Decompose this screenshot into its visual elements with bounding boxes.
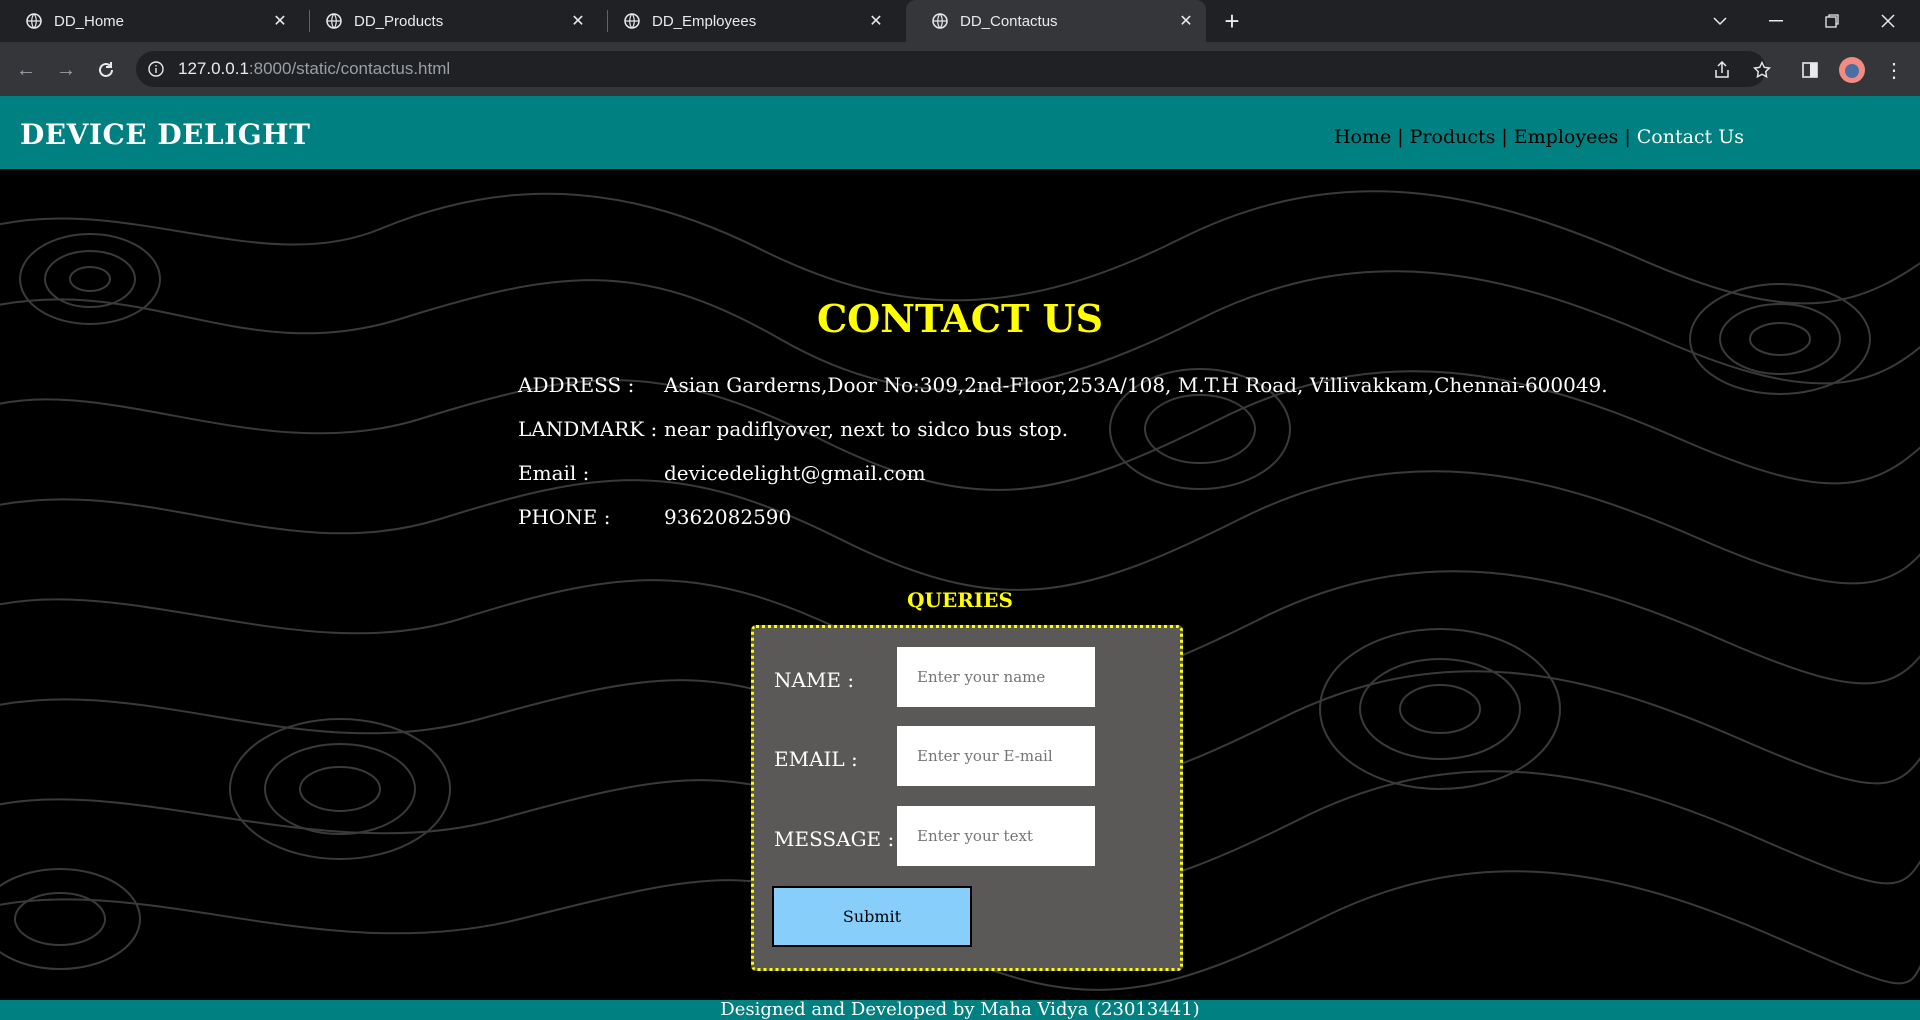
close-tab-icon[interactable]: ✕	[270, 11, 290, 31]
name-input[interactable]	[897, 647, 1095, 707]
forward-icon[interactable]: →	[52, 56, 80, 84]
side-panel-icon[interactable]	[1796, 56, 1824, 84]
address-value: Asian Garderns,Door No:309,2nd-Floor,253…	[664, 373, 1608, 397]
window-close-icon[interactable]	[1860, 0, 1916, 42]
nav-employees-link[interactable]: Employees	[1514, 126, 1619, 148]
tab-title: DD_Products	[354, 12, 444, 30]
url-host: 127.0.0.1	[178, 59, 249, 78]
message-label: MESSAGE :	[774, 827, 895, 851]
reload-icon[interactable]	[92, 56, 120, 84]
restore-icon[interactable]	[1804, 0, 1860, 42]
email-field-label: EMAIL :	[774, 747, 858, 771]
site-info-icon[interactable]	[148, 61, 164, 81]
page-footer: Designed and Developed by Maha Vidya (23…	[0, 1000, 1920, 1020]
close-tab-icon[interactable]: ✕	[866, 11, 886, 31]
url-path: :8000/static/contactus.html	[248, 59, 451, 78]
url-text[interactable]: 127.0.0.1:8000/static/contactus.html	[178, 59, 450, 79]
tab-title: DD_Employees	[652, 12, 757, 30]
email-value: devicedelight@gmail.com	[664, 461, 926, 485]
name-label: NAME :	[774, 668, 855, 692]
nav-products-link[interactable]: Products	[1410, 126, 1496, 148]
site-brand: DEVICE DELIGHT	[20, 118, 311, 151]
nav-separator: |	[1397, 126, 1404, 148]
nav-separator: |	[1624, 126, 1631, 148]
nav-separator: |	[1501, 126, 1508, 148]
query-form: NAME : EMAIL : MESSAGE : Submit	[751, 625, 1183, 971]
submit-button[interactable]: Submit	[772, 886, 972, 947]
landmark-label: LANDMARK :	[518, 417, 658, 441]
phone-label: PHONE :	[518, 505, 611, 529]
tab-dd-employees[interactable]: DD_Employees ✕	[598, 0, 896, 42]
address-label: ADDRESS :	[518, 373, 635, 397]
bookmark-star-icon[interactable]	[1748, 56, 1776, 84]
email-input[interactable]	[897, 726, 1095, 786]
tab-search-icon[interactable]	[1692, 0, 1748, 42]
tab-dd-home[interactable]: DD_Home ✕	[0, 0, 300, 42]
tab-title: DD_Home	[54, 12, 125, 30]
profile-avatar-icon[interactable]	[1838, 56, 1866, 84]
menu-kebab-icon[interactable]: ⋮	[1880, 56, 1908, 84]
phone-value: 9362082590	[664, 505, 792, 529]
message-input[interactable]	[897, 806, 1095, 866]
nav-home-link[interactable]: Home	[1334, 126, 1391, 148]
new-tab-icon[interactable]: +	[1218, 8, 1246, 36]
globe-icon	[26, 13, 42, 29]
tab-dd-contactus[interactable]: DD_Contactus ✕	[906, 0, 1206, 42]
globe-icon	[326, 13, 342, 29]
landmark-value: near padiflyover, next to sidco bus stop…	[664, 417, 1069, 441]
queries-heading: QUERIES	[907, 588, 1013, 612]
tab-dd-products[interactable]: DD_Products ✕	[300, 0, 598, 42]
close-tab-icon[interactable]: ✕	[568, 11, 588, 31]
close-tab-icon[interactable]: ✕	[1176, 11, 1196, 31]
tab-title: DD_Contactus	[960, 12, 1058, 30]
email-label: Email :	[518, 461, 590, 485]
globe-icon	[932, 13, 948, 29]
main-nav: Home | Products | Employees | Contact Us	[1334, 126, 1744, 148]
nav-contact-link[interactable]: Contact Us	[1637, 126, 1744, 148]
globe-icon	[624, 13, 640, 29]
back-icon[interactable]: ←	[12, 56, 40, 84]
share-icon[interactable]	[1708, 56, 1736, 84]
minimize-icon[interactable]	[1748, 0, 1804, 42]
page-title: CONTACT US	[816, 296, 1104, 341]
